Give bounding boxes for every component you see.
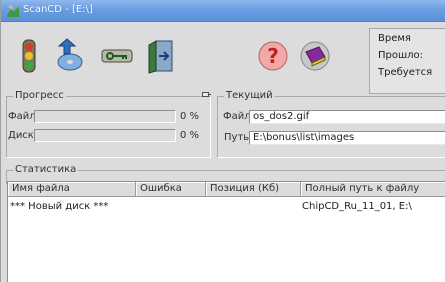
title-bar[interactable]: ScanCD - [E:\]	[1, 0, 445, 22]
svg-text:?: ?	[267, 44, 279, 68]
disc-arrow-icon	[55, 38, 85, 74]
progress-group-label: Прогресс	[13, 90, 66, 102]
current-file-field[interactable]: os_dos2.gif	[249, 110, 445, 124]
list-header: Имя файла Ошибка Позиция (Кб) Полный пут…	[8, 182, 445, 197]
file-progress-bar	[34, 110, 176, 123]
door-exit-icon	[146, 38, 176, 74]
open-disk-button[interactable]	[54, 36, 86, 76]
column-header-file-name[interactable]: Имя файла	[8, 182, 136, 197]
stats-list[interactable]: Имя файла Ошибка Позиция (Кб) Полный пут…	[7, 181, 445, 282]
help-question-icon: ?	[257, 40, 289, 72]
column-header-error[interactable]: Ошибка	[136, 182, 206, 197]
elapsed-label: Прошло:	[378, 50, 424, 61]
book-icon	[299, 40, 331, 72]
help-button[interactable]: ?	[257, 36, 289, 76]
row-full-path: ChipCD_Ru_11_01, E:\	[302, 201, 412, 212]
current-group-label: Текущий	[224, 90, 275, 102]
required-label: Требуется	[378, 67, 433, 78]
file-progress-percent: 0 %	[180, 111, 200, 122]
key-link-icon	[101, 44, 133, 68]
stats-group-label: Статистика	[13, 164, 79, 176]
link-button[interactable]	[101, 36, 133, 76]
app-logo-icon	[5, 3, 21, 19]
exit-button[interactable]	[145, 36, 177, 76]
column-header-full-path[interactable]: Полный путь к файлу	[301, 182, 445, 197]
time-panel: Время Прошло: Требуется	[369, 28, 445, 94]
row-file-name: *** Новый диск ***	[10, 201, 109, 212]
traffic-light-icon	[16, 38, 42, 74]
progress-disk-label: Диск:	[8, 130, 38, 141]
disk-progress-bar	[34, 129, 176, 142]
time-heading: Время	[378, 33, 411, 44]
current-path-field[interactable]: E:\bonus\list\images	[249, 131, 445, 145]
pin-icon[interactable]	[202, 90, 211, 99]
column-header-position[interactable]: Позиция (Кб)	[206, 182, 301, 197]
current-group: Текущий Файл: os_dos2.gif Путь: E:\bonus…	[217, 90, 445, 158]
progress-group: Прогресс Файл: 0 % Диск: 0 %	[6, 90, 211, 158]
window-title: ScanCD - [E:\]	[23, 4, 93, 15]
start-scan-button[interactable]	[13, 36, 45, 76]
about-button[interactable]	[299, 36, 331, 76]
disk-progress-percent: 0 %	[180, 130, 200, 141]
scancd-window: ScanCD - [E:\] ? Время Прошло: Требуется…	[0, 0, 445, 282]
